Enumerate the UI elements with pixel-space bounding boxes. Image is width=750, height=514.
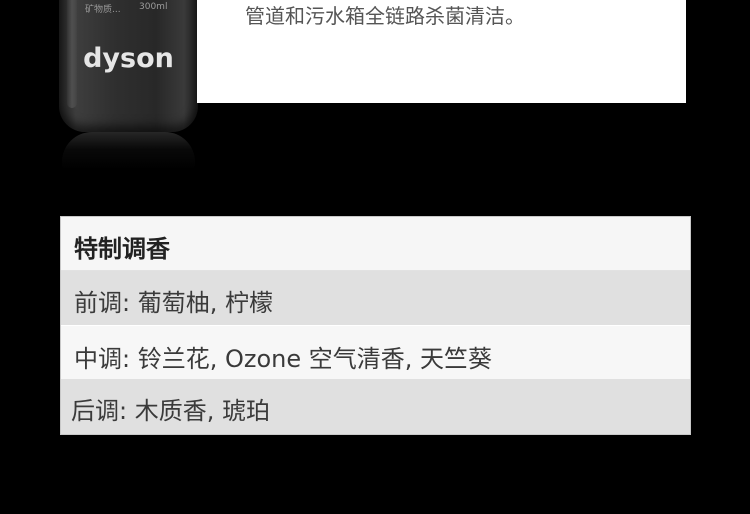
bottle-reflection bbox=[62, 132, 195, 170]
brand-logo: dyson bbox=[83, 43, 174, 74]
description-text: 管道和污水箱全链路杀菌清洁。 bbox=[245, 4, 525, 28]
product-bottle: 矿物质... 300ml dyson bbox=[59, 0, 198, 132]
page-canvas: 矿物质... 300ml dyson 管道和污水箱全链路杀菌清洁。 特制调香 前… bbox=[0, 0, 750, 514]
fragrance-table: 特制调香 前调: 葡萄柚, 柠檬 中调: 铃兰花, Ozone 空气清香, 天竺… bbox=[60, 216, 691, 435]
middle-notes-text: 中调: 铃兰花, Ozone 空气清香, 天竺葵 bbox=[74, 345, 493, 373]
table-row-middle-notes: 中调: 铃兰花, Ozone 空气清香, 天竺葵 bbox=[61, 325, 690, 379]
base-notes-text: 后调: 木质香, 琥珀 bbox=[71, 397, 270, 425]
top-notes-text: 前调: 葡萄柚, 柠檬 bbox=[74, 289, 273, 317]
table-row-base-notes: 后调: 木质香, 琥珀 bbox=[61, 379, 690, 434]
description-panel: 管道和污水箱全链路杀菌清洁。 bbox=[197, 0, 686, 103]
fragrance-title: 特制调香 bbox=[74, 235, 170, 263]
bottle-small-label: 矿物质... bbox=[85, 5, 121, 15]
bottle-volume-label: 300ml bbox=[139, 2, 168, 12]
fragrance-table-header: 特制调香 bbox=[61, 217, 690, 271]
table-row-top-notes: 前调: 葡萄柚, 柠檬 bbox=[61, 271, 690, 325]
